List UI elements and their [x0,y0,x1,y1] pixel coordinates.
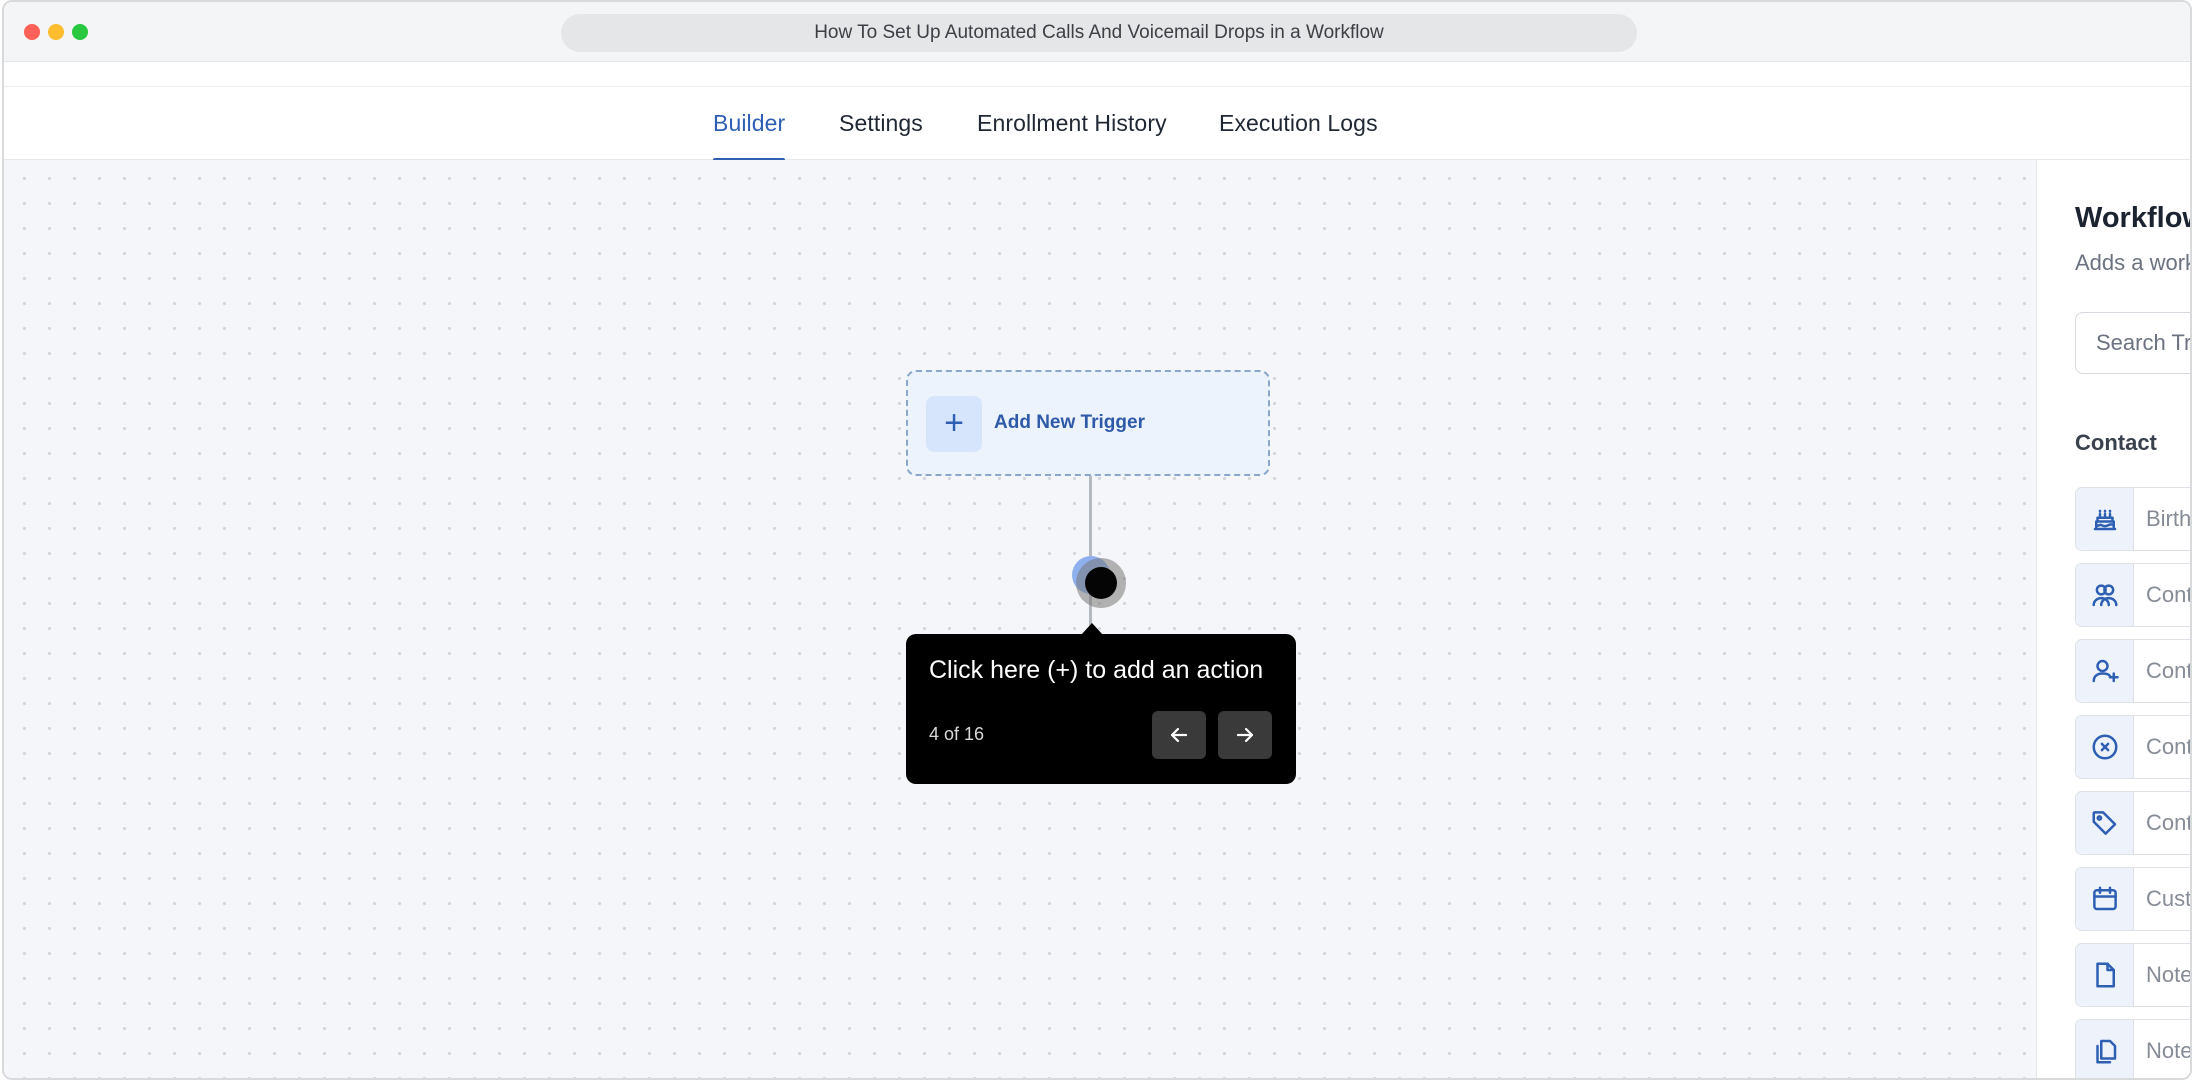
cursor-pointer [1085,567,1117,599]
calendar-icon [2076,868,2134,930]
arrow-left-icon [1170,727,1188,743]
trigger-item-label: Note [2146,1038,2192,1063]
add-new-trigger-label: Add New Trigger [994,412,1145,433]
panel-subtitle: Adds a workf [2075,250,2192,275]
workflow-canvas[interactable]: + Add New Trigger [4,160,2036,1078]
window-title: How To Set Up Automated Calls And Voicem… [561,14,1637,52]
tab-builder[interactable]: Builder [713,87,786,162]
trigger-item-contact-tag[interactable]: Conta [2075,791,2192,855]
cake-icon [2076,488,2134,550]
trigger-item-label: Conta [2146,582,2192,607]
trigger-item-label: Conta [2146,658,2192,683]
minimize-window-button[interactable] [48,24,64,40]
trigger-item-contact-3[interactable]: Conta [2075,715,2192,779]
tooltip-text: Click here (+) to add an action [929,656,1264,684]
tooltip-next-button[interactable] [1218,711,1272,759]
trigger-item-custom-date[interactable]: Custo [2075,867,2192,931]
guide-tooltip: Click here (+) to add an action 4 of 16 [906,623,1296,784]
section-heading-contact: Contact [2075,430,2157,455]
trigger-item-note-1[interactable]: Note [2075,943,2192,1007]
plus-icon: + [926,396,982,452]
maximize-window-button[interactable] [72,24,88,40]
search-triggers-input[interactable]: Search Tri [2075,312,2190,374]
trigger-side-panel: Workflow Adds a workf Search Tri Contact… [2036,160,2192,1078]
trigger-item-contact-1[interactable]: Conta [2075,563,2192,627]
users-icon [2076,564,2134,626]
trigger-item-label: Birthd [2146,506,2192,531]
trigger-item-contact-2[interactable]: Conta [2075,639,2192,703]
tab-enrollment-history[interactable]: Enrollment History [977,87,1167,161]
browser-window: How To Set Up Automated Calls And Voicem… [2,0,2192,1080]
trigger-item-label: Note [2146,962,2192,987]
title-bar: How To Set Up Automated Calls And Voicem… [4,2,2190,62]
tab-execution-logs[interactable]: Execution Logs [1219,87,1378,161]
trigger-item-label: Conta [2146,810,2192,835]
tooltip-step-counter: 4 of 16 [929,724,985,744]
file-icon [2076,944,2134,1006]
user-plus-icon [2076,640,2134,702]
add-new-trigger-node[interactable]: + Add New Trigger [906,370,1270,476]
trigger-item-birthday[interactable]: Birthd [2075,487,2192,551]
trigger-item-label: Conta [2146,734,2192,759]
tab-settings[interactable]: Settings [839,87,923,161]
arrow-right-icon [1236,727,1254,743]
x-circle-icon [2076,716,2134,778]
trigger-item-label: Custo [2146,886,2192,911]
close-window-button[interactable] [24,24,40,40]
tag-icon [2076,792,2134,854]
copy-icon [2076,1020,2134,1078]
trigger-item-note-2[interactable]: Note [2075,1019,2192,1078]
workflow-tabs: Builder Settings Enrollment History Exec… [4,86,2190,162]
panel-title: Workflow [2075,202,2192,234]
tooltip-prev-button[interactable] [1152,711,1206,759]
